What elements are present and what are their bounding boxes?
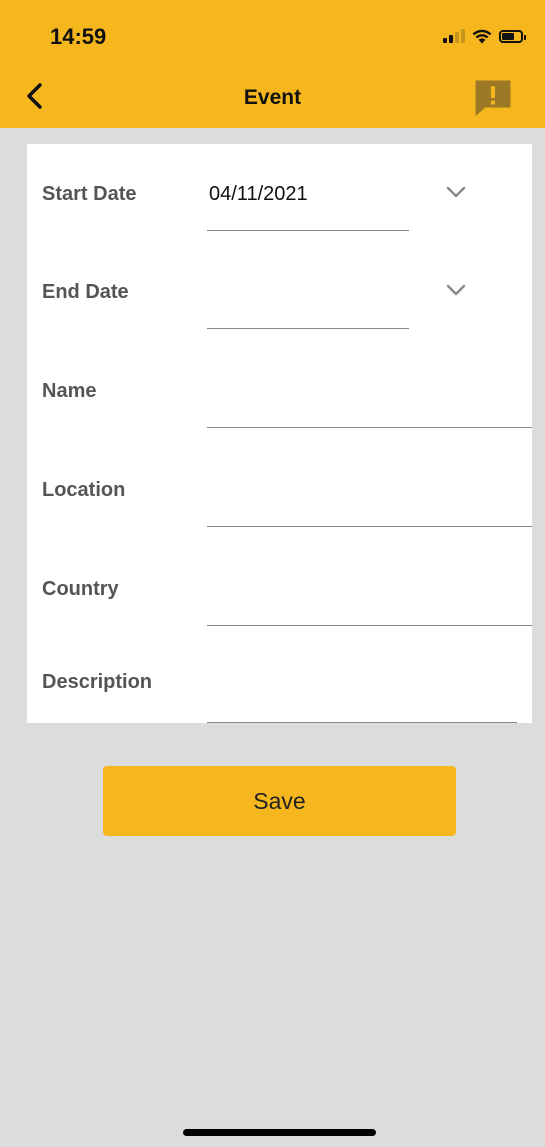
end-date-row: End Date <box>27 242 532 342</box>
name-row: Name <box>27 341 532 441</box>
start-date-field[interactable]: 04/11/2021 <box>207 144 409 231</box>
location-row: Location <box>27 440 532 540</box>
wifi-icon <box>472 29 492 44</box>
description-field[interactable] <box>207 638 517 723</box>
report-icon <box>475 80 511 116</box>
name-label: Name <box>42 380 97 402</box>
app-header: 14:59 Event <box>0 0 545 128</box>
status-time: 14:59 <box>50 24 107 49</box>
location-field[interactable] <box>207 440 532 527</box>
start-date-label: Start Date <box>42 183 137 205</box>
page-title: Event <box>243 86 302 109</box>
start-date-row: Start Date 04/11/2021 <box>27 144 532 244</box>
home-indicator <box>183 1129 376 1136</box>
save-button[interactable]: Save <box>103 766 456 836</box>
end-date-field[interactable] <box>207 242 409 329</box>
signal-icon <box>443 29 465 43</box>
country-field[interactable] <box>207 539 532 626</box>
chevron-down-icon[interactable] <box>445 184 467 200</box>
description-row: Description <box>27 638 532 723</box>
chevron-down-icon[interactable] <box>445 282 467 298</box>
description-label: Description <box>42 671 153 693</box>
status-icons <box>443 27 526 45</box>
battery-icon <box>499 29 526 43</box>
name-field[interactable] <box>207 341 532 428</box>
country-label: Country <box>42 578 119 600</box>
end-date-label: End Date <box>42 281 129 303</box>
country-row: Country <box>27 539 532 639</box>
report-button[interactable] <box>473 78 513 118</box>
start-date-value: 04/11/2021 <box>209 183 308 205</box>
event-form: Start Date 04/11/2021 End Date Name Loca… <box>27 144 532 723</box>
location-label: Location <box>42 479 126 501</box>
